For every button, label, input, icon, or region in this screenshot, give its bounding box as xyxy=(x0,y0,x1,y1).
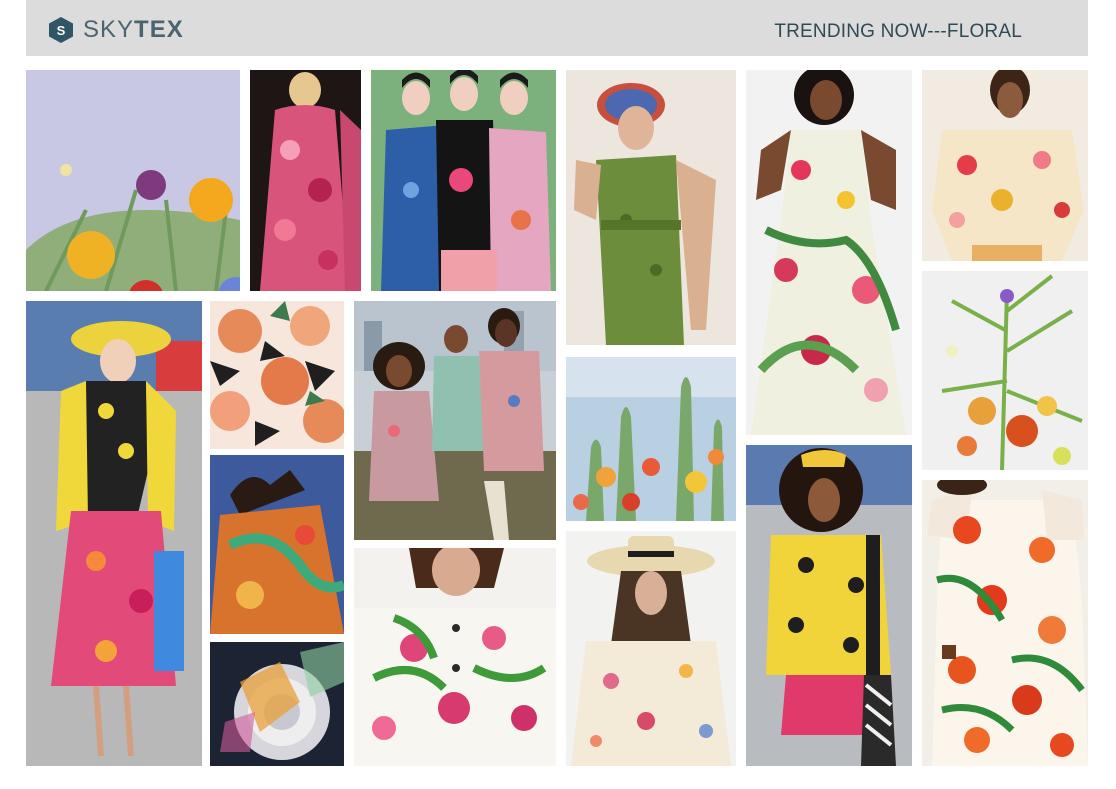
image-orange-blossom-print xyxy=(210,301,344,449)
image-orange-floral-ruffle-dress xyxy=(922,480,1088,766)
image-green-shirt-dress-hat xyxy=(566,70,736,345)
image-orange-satin-print-dress xyxy=(210,455,344,634)
image-orchid-arrangement xyxy=(922,271,1088,470)
image-floral-tied-blouse xyxy=(922,70,1088,261)
brand-logo-text: SKYTEX xyxy=(83,15,184,45)
page-title: TRENDING NOW---FLORAL xyxy=(774,21,1022,42)
image-impasto-flower-painting xyxy=(26,70,240,291)
image-cactus-and-flowers xyxy=(566,357,736,521)
header-bar: S SKYTEX TRENDING NOW---FLORAL xyxy=(26,0,1088,56)
logo-hexagon-icon: S xyxy=(49,17,73,43)
image-iridescent-rose xyxy=(210,642,344,766)
svg-text:S: S xyxy=(57,23,66,38)
image-runway-yellow-floral-look xyxy=(26,301,202,766)
image-yellow-floral-shorts-set xyxy=(746,445,912,766)
image-illustrated-three-women xyxy=(371,70,556,291)
image-white-tropical-print-top xyxy=(354,548,556,766)
brand-name-bold: TEX xyxy=(134,16,184,43)
image-pink-floral-gown xyxy=(250,70,361,291)
image-three-women-city-rooftop xyxy=(354,301,556,540)
brand-name-light: SKY xyxy=(83,16,135,43)
image-woman-straw-hat-floral-blouse xyxy=(566,531,736,766)
image-white-floral-maxi-dress xyxy=(746,70,912,435)
